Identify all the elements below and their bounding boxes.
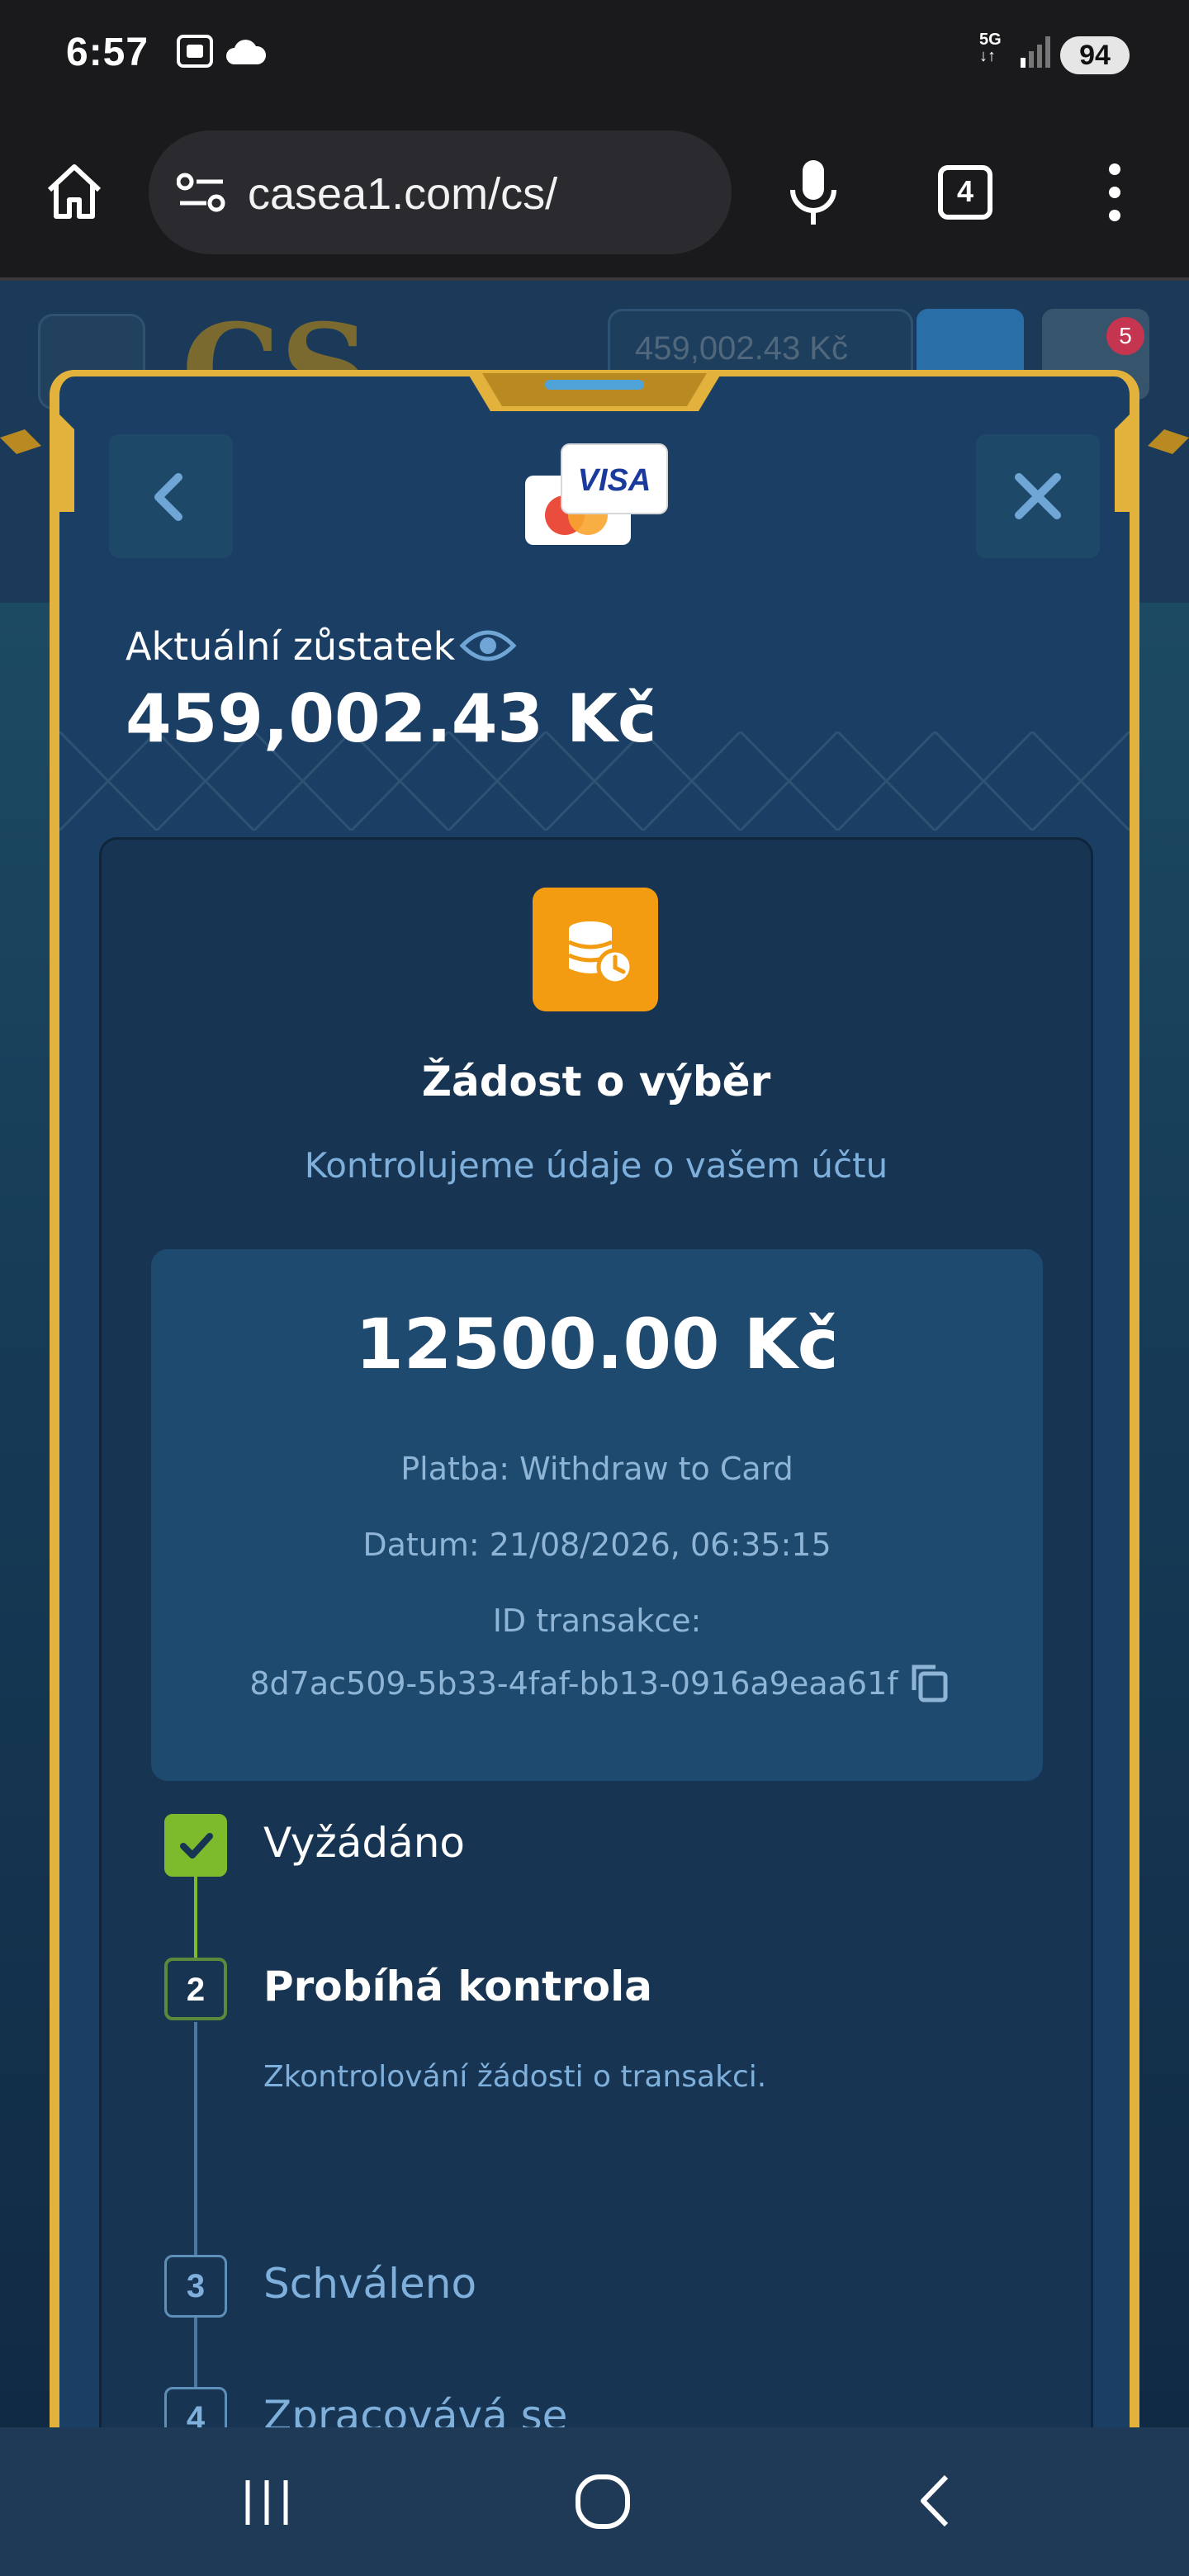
step-label: Schváleno bbox=[263, 2260, 477, 2308]
status-bar: 6:57 5G ↓↑ 94 bbox=[0, 0, 1189, 109]
step-connector bbox=[194, 2022, 197, 2276]
back-nav-icon[interactable] bbox=[908, 2472, 966, 2530]
browser-toolbar: casea1.com/cs/ 4 bbox=[0, 109, 1189, 279]
coins-clock-icon bbox=[533, 888, 658, 1011]
balance-label: Aktuální zůstatek bbox=[126, 624, 456, 669]
site-settings-icon[interactable] bbox=[177, 172, 226, 213]
step-number: 4 bbox=[164, 2387, 227, 2427]
close-icon bbox=[1015, 473, 1061, 519]
eye-icon[interactable] bbox=[459, 621, 517, 670]
close-button[interactable] bbox=[976, 434, 1100, 558]
withdrawal-modal: VISA Aktuální zůstatek 459,002.43 Kč Žád… bbox=[50, 370, 1139, 2427]
network-type: 5G ↓↑ bbox=[979, 31, 1002, 65]
card-title: Žádost o výběr bbox=[421, 1058, 771, 1106]
step-label: Zpracovává se bbox=[263, 2392, 568, 2427]
url-text[interactable]: casea1.com/cs/ bbox=[248, 168, 557, 220]
payment-method: Platba: Withdraw to Card bbox=[400, 1451, 793, 1487]
card-subtitle: Kontrolujeme údaje o vašem účtu bbox=[304, 1145, 888, 1186]
balance-value: 459,002.43 Kč bbox=[126, 680, 657, 757]
system-navigation-bar bbox=[0, 2427, 1189, 2576]
step-label: Probíhá kontrola bbox=[263, 1963, 652, 2010]
home-icon[interactable] bbox=[43, 160, 106, 223]
visa-logo-text: VISA bbox=[578, 463, 651, 498]
copy-icon[interactable] bbox=[907, 1660, 949, 1703]
transaction-id-label: ID transakce: bbox=[492, 1603, 702, 1639]
step-connector bbox=[194, 1877, 197, 1963]
chevron-left-icon bbox=[154, 473, 182, 521]
transaction-details: 12500.00 Kč Platba: Withdraw to Card Dat… bbox=[151, 1249, 1043, 1781]
home-nav-icon[interactable] bbox=[571, 2470, 634, 2533]
battery-indicator: 94 bbox=[1060, 36, 1130, 74]
notification-badge: 5 bbox=[1106, 317, 1144, 355]
back-button[interactable] bbox=[109, 434, 233, 558]
check-icon bbox=[164, 1814, 227, 1877]
tabs-button[interactable]: 4 bbox=[938, 165, 992, 220]
gold-corner-ornament bbox=[1115, 413, 1189, 512]
recent-apps-icon[interactable] bbox=[238, 2474, 296, 2531]
gold-corner-ornament bbox=[0, 413, 74, 512]
step-label: Vyžádáno bbox=[263, 1819, 465, 1867]
cloud-icon bbox=[226, 40, 267, 64]
transaction-id[interactable]: 8d7ac509-5b33-4faf-bb13-0916a9eaa61f bbox=[128, 1665, 1020, 1702]
withdrawal-status-card: Žádost o výběr Kontrolujeme údaje o vaše… bbox=[99, 837, 1093, 2427]
payment-cards-logo: VISA bbox=[525, 443, 668, 545]
signal-icon bbox=[1021, 36, 1050, 68]
status-time: 6:57 bbox=[66, 31, 149, 74]
gold-crest-ornament bbox=[466, 370, 723, 411]
transaction-date: Datum: 21/08/2026, 06:35:15 bbox=[362, 1527, 831, 1563]
microphone-icon[interactable] bbox=[784, 157, 842, 228]
step-number: 2 bbox=[164, 1958, 227, 2020]
screenshot-icon bbox=[177, 35, 213, 68]
step-description: Zkontrolování žádosti o transakci. bbox=[263, 2060, 767, 2094]
address-bar[interactable]: casea1.com/cs/ bbox=[149, 130, 732, 254]
step-number: 3 bbox=[164, 2255, 227, 2318]
withdrawal-amount: 12500.00 Kč bbox=[355, 1304, 839, 1385]
overflow-menu-icon[interactable] bbox=[1098, 163, 1131, 223]
